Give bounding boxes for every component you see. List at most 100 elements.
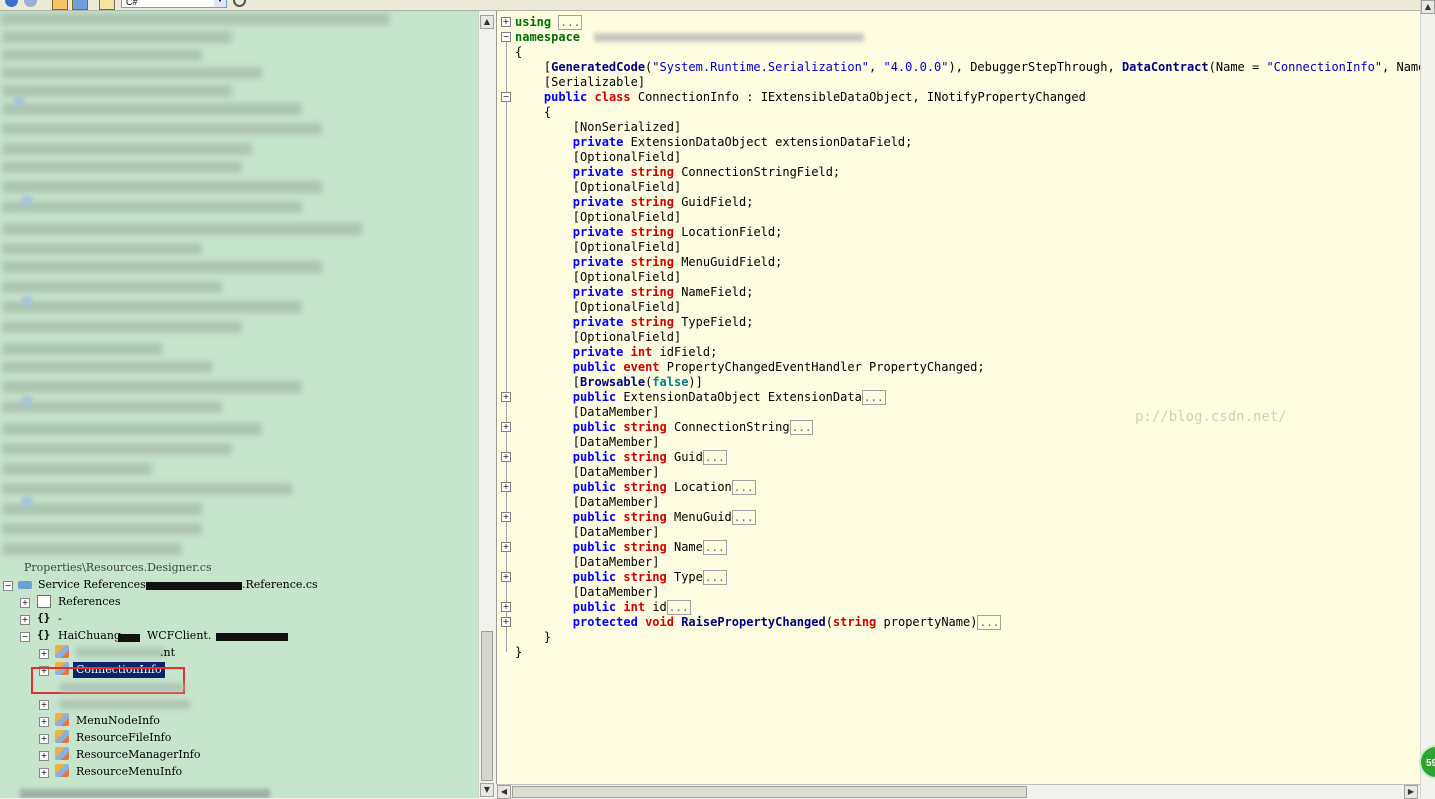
collapse-icon[interactable]: − [20,632,30,642]
scroll-up-icon[interactable]: ▲ [480,15,494,29]
expand-icon[interactable]: + [501,602,511,612]
expand-icon[interactable]: + [501,617,511,627]
expand-icon[interactable]: + [39,649,49,659]
assembly-tree[interactable]: Properties\Resources.Designer.cs − Servi… [0,11,478,798]
event-decl: PropertyChangedEventHandler PropertyChan… [666,360,985,374]
save-icon[interactable] [72,0,88,10]
attribute: [OptionalField] [572,180,682,194]
code-view[interactable]: + − − + + + + + + + + + using ... namesp… [496,11,1421,784]
code-line-field: private int idField; [515,345,718,360]
open-icon[interactable] [52,0,68,10]
blurred-tree-row [2,343,162,355]
blurred-tree-row [2,123,322,135]
collapsed-region[interactable]: ... [977,615,1002,630]
tree-item-label: HaiChuang. [58,629,125,642]
expand-icon[interactable]: + [39,768,49,778]
collapsed-region[interactable]: ... [702,450,727,465]
tree-vertical-scrollbar[interactable]: ▲ ▼ [478,11,495,798]
type-keyword: string [630,255,674,269]
collapse-icon[interactable]: − [3,581,13,591]
expand-icon[interactable]: + [501,422,511,432]
keyword: private [572,165,624,179]
scroll-right-icon[interactable]: ▶ [1404,785,1418,799]
tree-item-resourcemanagerinfo[interactable]: + ResourceManagerInfo [0,747,200,763]
code-line-method: protected void RaisePropertyChanged(stri… [572,615,1002,630]
collapsed-region[interactable]: ... [731,480,756,495]
expand-icon[interactable]: + [39,734,49,744]
type-keyword: string [623,420,667,434]
attribute: [OptionalField] [572,150,682,164]
tree-item-class-obscured[interactable]: + [0,696,200,712]
field-decl: ConnectionStringField; [681,165,841,179]
scroll-down-icon[interactable]: ▼ [480,783,494,797]
expand-icon[interactable]: + [501,572,511,582]
tree-item-label: MenuNodeInfo [76,714,160,727]
code-line-event: public event PropertyChangedEventHandler… [515,360,985,375]
blurred-tree-row [2,85,232,97]
code-horizontal-scrollbar[interactable]: ◀ ▶ [496,784,1420,799]
keyword: public [572,570,617,584]
tree-item-references[interactable]: + References [0,594,200,610]
collapsed-region[interactable]: ... [666,600,691,615]
expand-icon[interactable]: + [39,717,49,727]
collapse-icon[interactable]: − [501,32,511,42]
expand-icon[interactable]: + [39,700,49,710]
scroll-thumb[interactable] [512,786,1027,798]
forward-icon[interactable] [24,0,37,7]
property-decl: Location [673,480,732,494]
keyword: event [623,360,660,374]
scroll-thumb[interactable] [481,631,493,781]
tree-item-service-references[interactable]: − Service References .Reference.cs [0,577,330,593]
expand-icon[interactable]: + [501,17,511,27]
scroll-left-icon[interactable]: ◀ [497,785,511,799]
code-line-using: using ... [515,15,583,30]
keyword: private [572,285,624,299]
expand-icon[interactable]: + [501,392,511,402]
blurred-tree-row [60,700,190,709]
blurred-tree-row [20,789,270,798]
collapsed-region[interactable]: ... [558,15,583,30]
expand-icon[interactable]: + [501,482,511,492]
collapsed-region[interactable]: ... [861,390,886,405]
back-icon[interactable] [5,0,18,7]
code-line-optionalfield: [OptionalField] [515,330,681,345]
collapsed-region[interactable]: ... [702,540,727,555]
tree-item-resourcemenuinfo[interactable]: + ResourceMenuInfo [0,764,200,780]
tree-item-menunodeinfo[interactable]: + MenuNodeInfo [0,713,200,729]
keyword: using [515,15,552,29]
type-keyword: string [623,570,667,584]
tree-item-label: Properties\Resources.Designer.cs [24,561,212,574]
tree-item-namespace-haichuang[interactable]: − {} HaiChuang. WCFClient. [0,628,330,644]
blurred-tree-row [2,301,302,313]
method-name: RaisePropertyChanged [681,615,826,629]
expand-icon[interactable]: + [501,512,511,522]
expand-icon[interactable]: + [501,452,511,462]
blurred-code [594,33,865,42]
collapsed-region[interactable]: ... [731,510,756,525]
tree-item-resourcefileinfo[interactable]: + ResourceFileInfo [0,730,200,746]
keyword: private [572,345,624,359]
options-icon[interactable] [99,0,115,10]
expand-icon[interactable]: + [39,751,49,761]
scroll-up-icon[interactable]: ▲ [1421,0,1435,14]
expand-icon[interactable]: + [501,542,511,552]
tree-item-class-obscured[interactable]: + .nt [0,645,200,661]
blurred-tree-row [2,463,152,475]
tree-item-namespace-empty[interactable]: + {} - [0,611,200,627]
expand-icon[interactable]: + [20,598,30,608]
search-icon[interactable] [233,0,246,7]
code-line-property: public string MenuGuid... [515,510,756,525]
blurred-tree-row [2,321,242,333]
attribute: [DataMember] [572,435,660,449]
collapse-icon[interactable]: − [501,92,511,102]
tree-item-properties-resources[interactable]: Properties\Resources.Designer.cs [0,560,250,576]
field-decl: ExtensionDataObject extensionDataField; [630,135,913,149]
collapsed-region[interactable]: ... [789,420,814,435]
keyword: public [572,360,617,374]
tree-item-class-obscured[interactable] [0,679,200,695]
collapsed-region[interactable]: ... [702,570,727,585]
code-vertical-scrollbar[interactable]: ▲ [1420,0,1435,798]
language-select[interactable]: C# ▼ [121,0,227,8]
type-keyword: int [630,345,653,359]
expand-icon[interactable]: + [20,615,30,625]
